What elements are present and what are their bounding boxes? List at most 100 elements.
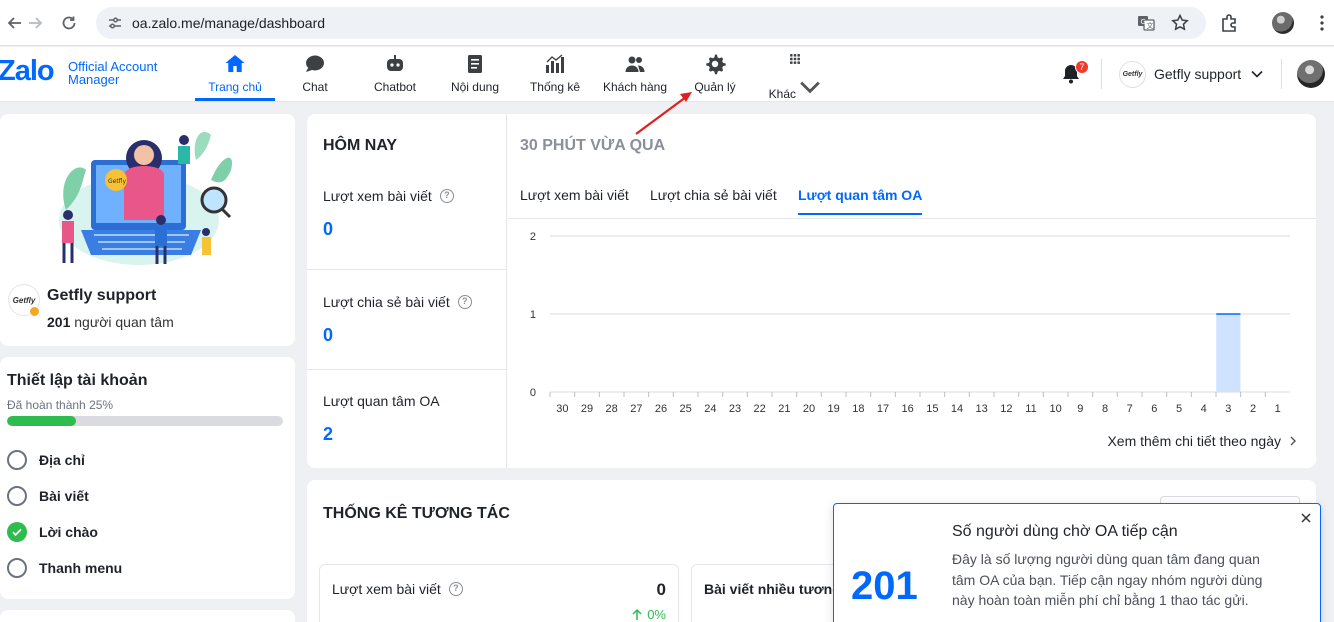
x-tick-label: 20	[803, 403, 815, 415]
oa-name[interactable]: Getfly support	[47, 287, 156, 305]
home-icon	[225, 55, 245, 72]
step-label: Bài viết	[39, 488, 89, 504]
nav-more[interactable]: Khác	[755, 47, 835, 101]
popup-title: Số người dùng chờ OA tiếp cận	[952, 523, 1178, 540]
forward-icon[interactable]	[22, 10, 48, 36]
setup-step-greeting[interactable]: Lời chào	[7, 521, 98, 543]
statistics-icon	[546, 54, 564, 73]
address-bar[interactable]: oa.zalo.me/manage/dashboard G文	[96, 7, 1206, 39]
unchecked-circle-icon	[7, 558, 27, 578]
setup-step-post[interactable]: Bài viết	[7, 485, 89, 507]
x-tick-label: 10	[1050, 403, 1062, 415]
account-logo: Getfly	[1119, 61, 1146, 88]
today-panel: HÔM NAY Lượt xem bài viết? 0 Lượt chia s…	[307, 114, 507, 468]
left-bottom-card	[0, 610, 295, 622]
unchecked-circle-icon	[7, 486, 27, 506]
progress-fill	[7, 416, 76, 426]
nav-manage[interactable]: Quản lý	[675, 47, 755, 101]
x-tick-label: 27	[630, 403, 642, 415]
translate-icon[interactable]: G文	[1136, 13, 1156, 33]
nav-label: Chatbot	[373, 80, 417, 94]
help-icon[interactable]: ?	[457, 295, 472, 309]
reload-icon[interactable]	[56, 10, 82, 36]
nav-statistics[interactable]: Thống kê	[515, 47, 595, 101]
setup-title: Thiết lập tài khoản	[7, 372, 148, 389]
nav-chat[interactable]: Chat	[275, 47, 355, 101]
verified-badge-icon	[29, 306, 40, 317]
help-icon[interactable]: ?	[439, 189, 454, 203]
x-tick-label: 1	[1275, 403, 1281, 415]
chatbot-icon	[387, 55, 403, 71]
x-tick-label: 18	[852, 403, 864, 415]
close-icon[interactable]	[1300, 512, 1312, 524]
step-label: Thanh menu	[39, 560, 123, 576]
extensions-icon[interactable]	[1218, 12, 1240, 34]
arrow-up-icon	[632, 608, 642, 620]
tab-post-views[interactable]: Lượt xem bài viết	[520, 187, 629, 213]
x-tick-label: 19	[828, 403, 840, 415]
metric-value: 0	[323, 325, 334, 345]
unchecked-circle-icon	[7, 450, 27, 470]
user-avatar[interactable]	[1297, 60, 1325, 88]
site-settings-icon[interactable]	[106, 14, 124, 32]
x-tick-label: 5	[1176, 403, 1182, 415]
metric-value: 0	[323, 219, 334, 239]
customers-icon	[625, 56, 645, 72]
x-tick-label: 23	[729, 403, 741, 415]
chat-icon	[306, 55, 324, 72]
chevron-down-icon[interactable]	[1250, 67, 1264, 81]
tab-underline	[508, 218, 1316, 219]
nav-chatbot[interactable]: Chatbot	[355, 47, 435, 101]
x-tick-label: 6	[1151, 403, 1157, 415]
content-icon	[468, 55, 482, 73]
x-tick-label: 22	[754, 403, 766, 415]
reach-users-popup: 201 Số người dùng chờ OA tiếp cận Đây là…	[833, 503, 1321, 622]
x-tick-label: 16	[902, 403, 914, 415]
zalo-logo[interactable]: Zalo	[0, 55, 55, 88]
tab-post-shares[interactable]: Lượt chia sẻ bài viết	[650, 187, 777, 213]
url-text[interactable]: oa.zalo.me/manage/dashboard	[132, 15, 325, 31]
setup-step-menu[interactable]: Thanh menu	[7, 557, 122, 579]
nav-customers[interactable]: Khách hàng	[595, 47, 675, 101]
stat-change: 0%	[631, 607, 666, 622]
account-name[interactable]: Getfly support	[1154, 66, 1241, 82]
stats-card: HÔM NAY Lượt xem bài viết? 0 Lượt chia s…	[307, 114, 1316, 468]
setup-step-address[interactable]: Địa chỉ	[7, 449, 85, 471]
follower-count: 201 người quan tâm	[47, 314, 174, 330]
x-tick-label: 11	[1025, 403, 1036, 415]
setup-progress-bar	[7, 416, 283, 426]
nav-content[interactable]: Nội dung	[435, 47, 515, 101]
chevron-right-icon	[1290, 436, 1296, 446]
browser-profile-avatar[interactable]	[1272, 12, 1294, 34]
follows-bar-chart: 01230 29 28 27 26 25 24 23 22 21 20 19 18 17 16 15 14 13 1…	[530, 231, 1290, 415]
x-tick-label: 4	[1201, 403, 1207, 415]
divider	[307, 369, 507, 370]
notification-badge: 7	[1075, 60, 1089, 74]
x-tick-label: 14	[951, 403, 963, 415]
metric-value: 2	[323, 424, 334, 444]
bookmark-star-icon[interactable]	[1170, 13, 1190, 33]
recent-title: 30 PHÚT VỪA QUA	[520, 137, 666, 154]
browser-menu-icon[interactable]	[1320, 14, 1324, 32]
more-details-link[interactable]: Xem thêm chi tiết theo ngày	[1107, 433, 1299, 449]
x-tick-label: 30	[556, 403, 568, 415]
stat-card-top-posts: Bài viết nhiều tương tác	[691, 564, 865, 622]
svg-text:文: 文	[1147, 21, 1154, 30]
gear-icon	[706, 54, 726, 75]
x-tick-label: 21	[778, 403, 790, 415]
nav-label: Thống kê	[529, 80, 581, 94]
nav-label: Khác	[769, 70, 822, 101]
app-header: Zalo Official Account Manager Trang chủ …	[0, 47, 1334, 102]
chevron-down-icon	[800, 81, 821, 94]
x-tick-label: 7	[1127, 403, 1133, 415]
help-icon[interactable]: ?	[448, 582, 463, 596]
x-tick-label: 8	[1102, 403, 1108, 415]
tab-oa-follows[interactable]: Lượt quan tâm OA	[798, 187, 923, 215]
x-tick-label: 12	[1000, 403, 1012, 415]
browser-toolbar: oa.zalo.me/manage/dashboard G文	[0, 0, 1334, 46]
svg-text:Getfly: Getfly	[108, 178, 126, 185]
check-circle-icon	[7, 522, 27, 542]
logo-subtitle: Official Account Manager	[68, 59, 158, 87]
nav-home[interactable]: Trang chủ	[195, 47, 275, 101]
chart-bar[interactable]	[1216, 314, 1241, 392]
